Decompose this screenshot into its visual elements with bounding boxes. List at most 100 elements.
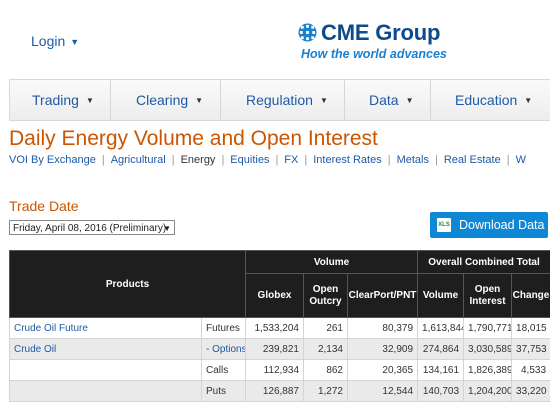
trade-date-value: Friday, April 08, 2016 (Preliminary) — [13, 223, 167, 234]
product-cell — [9, 380, 202, 402]
nav-data-label: Data — [369, 92, 399, 108]
open-outcry-cell: 2,134 — [303, 338, 348, 360]
open-outcry-cell: 1,272 — [303, 380, 348, 402]
subnav-interest-rates[interactable]: Interest Rates — [313, 154, 381, 166]
volume-group-header: Volume — [244, 250, 419, 274]
subnav-separator: | — [387, 154, 391, 166]
col-change: Change — [511, 273, 550, 318]
products-header: Products — [9, 250, 246, 318]
open-outcry-cell: 862 — [303, 359, 348, 381]
nav-divider — [220, 80, 221, 120]
select-arrow-icon: ▼ — [163, 224, 171, 233]
download-data-button[interactable]: XLS Download Data — [430, 212, 548, 238]
table-row: Crude Oil - Options 239,821 2,134 32,909… — [9, 338, 550, 360]
brand-tagline: How the world advances — [301, 47, 447, 61]
subnav-agricultural[interactable]: Agricultural — [111, 154, 166, 166]
subnav-separator: | — [275, 154, 279, 166]
volume-oi-table: Products Volume Overall Combined Total G… — [9, 250, 550, 402]
type-cell: Futures — [201, 317, 246, 339]
globex-cell: 1,533,204 — [245, 317, 304, 339]
nav-divider — [344, 80, 345, 120]
page-title: Daily Energy Volume and Open Interest — [9, 127, 378, 150]
table-row: Calls 112,934 862 20,365 134,161 1,826,3… — [9, 359, 550, 381]
product-link[interactable]: Crude Oil Future — [14, 323, 88, 334]
clearport-cell: 12,544 — [346, 380, 419, 402]
product-cell[interactable]: Crude Oil Future — [9, 317, 202, 339]
table-row: Puts 126,887 1,272 12,544 140,703 1,204,… — [9, 380, 550, 402]
caret-down-icon: ▼ — [85, 96, 94, 105]
nav-regulation[interactable]: Regulation ▼ — [246, 80, 328, 120]
subnav-energy: Energy — [180, 154, 216, 166]
subnav-voi-by-exchange[interactable]: VOI By Exchange — [9, 154, 96, 166]
trade-date-select[interactable]: Friday, April 08, 2016 (Preliminary) ▼ — [9, 220, 175, 235]
open-interest-cell: 1,790,771 — [463, 317, 513, 339]
globex-cell: 112,934 — [245, 359, 304, 381]
open-interest-cell: 3,030,589 — [463, 338, 513, 360]
nav-trading-label: Trading — [32, 92, 79, 108]
cme-group-logo[interactable]: CME Group How the world advances — [298, 20, 458, 66]
overall-combined-total-header: Overall Combined Total — [417, 250, 550, 274]
nav-clearing-label: Clearing — [136, 92, 189, 108]
type-cell[interactable]: - Options — [201, 338, 246, 360]
nav-trading[interactable]: Trading ▼ — [32, 80, 94, 120]
change-cell: 4,533 — [511, 359, 550, 381]
change-cell: 18,015 — [511, 317, 550, 339]
globex-cell: 126,887 — [245, 380, 304, 402]
product-cell[interactable]: Crude Oil — [9, 338, 202, 360]
open-interest-cell: 1,826,389 — [463, 359, 513, 381]
subnav-fx[interactable]: FX — [284, 154, 298, 166]
product-cell — [9, 359, 202, 381]
open-outcry-cell: 261 — [303, 317, 348, 339]
open-interest-cell: 1,204,200 — [463, 380, 513, 402]
nav-divider — [110, 80, 111, 120]
login-label: Login — [31, 33, 66, 49]
globex-cell: 239,821 — [245, 338, 304, 360]
clearport-cell: 32,909 — [346, 338, 419, 360]
col-volume: Volume — [417, 273, 465, 318]
caret-down-icon: ▼ — [524, 96, 533, 105]
table-row: Crude Oil Future Futures 1,533,204 261 8… — [9, 317, 550, 339]
type-cell: Calls — [201, 359, 246, 381]
nav-clearing[interactable]: Clearing ▼ — [136, 80, 203, 120]
subnav-separator: | — [506, 154, 510, 166]
subnav-metals[interactable]: Metals — [397, 154, 429, 166]
subnav-separator: | — [434, 154, 438, 166]
nav-education[interactable]: Education ▼ — [455, 80, 532, 120]
nav-data[interactable]: Data ▼ — [369, 80, 414, 120]
caret-down-icon: ▼ — [319, 96, 328, 105]
type-cell: Puts — [201, 380, 246, 402]
subnav-equities[interactable]: Equities — [230, 154, 269, 166]
volume-cell: 274,864 — [417, 338, 465, 360]
volume-cell: 1,613,844 — [417, 317, 465, 339]
nav-education-label: Education — [455, 92, 518, 108]
col-open-outcry: Open Outcry — [303, 273, 348, 318]
asset-class-subnav: VOI By Exchange | Agricultural | Energy | Equi… — [9, 154, 526, 166]
subnav-separator: | — [101, 154, 105, 166]
caret-down-icon: ▼ — [405, 96, 414, 105]
subnav-separator: | — [304, 154, 308, 166]
login-menu[interactable]: Login ▼ — [31, 33, 79, 49]
main-nav: Trading ▼ Clearing ▼ Regulation ▼ Data ▼ Edu… — [9, 79, 550, 121]
col-globex: Globex — [245, 273, 304, 318]
col-open-interest: Open Interest — [463, 273, 513, 318]
clearport-cell: 80,379 — [346, 317, 419, 339]
nav-divider — [430, 80, 431, 120]
change-cell: 33,220 — [511, 380, 550, 402]
trade-date-label: Trade Date — [9, 198, 79, 214]
nav-regulation-label: Regulation — [246, 92, 313, 108]
options-link[interactable]: - Options — [206, 344, 245, 355]
change-cell: 37,753 — [511, 338, 550, 360]
caret-down-icon: ▼ — [195, 96, 204, 105]
subnav-weather[interactable]: W — [516, 154, 526, 166]
xls-icon: XLS — [437, 218, 451, 232]
download-data-label: Download Data — [459, 218, 545, 232]
subnav-real-estate[interactable]: Real Estate — [444, 154, 501, 166]
volume-cell: 140,703 — [417, 380, 465, 402]
volume-cell: 134,161 — [417, 359, 465, 381]
product-link[interactable]: Crude Oil — [14, 344, 56, 355]
brand-name: CME Group — [321, 20, 441, 45]
globe-icon — [298, 23, 317, 42]
clearport-cell: 20,365 — [346, 359, 419, 381]
subnav-separator: | — [221, 154, 225, 166]
col-clearport: ClearPort/PNT — [346, 273, 419, 318]
